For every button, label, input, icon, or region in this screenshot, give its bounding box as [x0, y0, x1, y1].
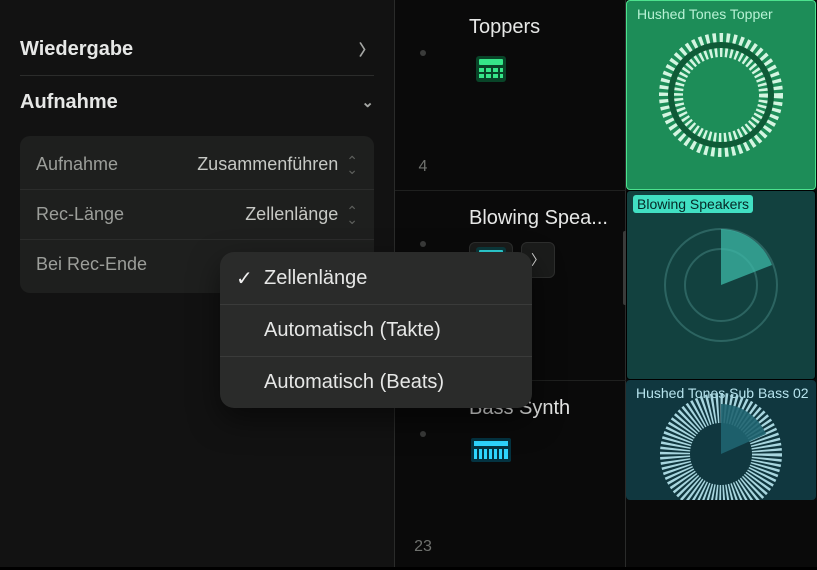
drum-machine-icon[interactable]: [469, 51, 513, 87]
at-rec-end-label: Bei Rec-Ende: [36, 254, 147, 275]
checkmark-icon: ✓: [236, 266, 264, 291]
track-number: 4: [419, 158, 428, 176]
waveform-ring-icon: [646, 384, 796, 500]
loop-cell[interactable]: Hushed Tones Sub Bass 02: [626, 380, 816, 500]
loop-cell[interactable]: Blowing Speakers: [626, 190, 816, 380]
dot-icon: [420, 431, 426, 437]
loop-cell[interactable]: Hushed Tones Topper: [626, 0, 816, 190]
rec-length-row[interactable]: Rec-Länge Zellenlänge ⌃⌄: [20, 189, 374, 239]
record-mode-value: Zusammenführen: [197, 154, 338, 175]
updown-icon: ⌃⌄: [346, 157, 358, 173]
progress-ring-icon: [646, 210, 796, 360]
waveform-ring-icon: [646, 20, 796, 170]
track-title: Toppers: [469, 16, 613, 39]
record-section-header[interactable]: Aufnahme ⌄: [20, 76, 374, 128]
record-mode-row[interactable]: Aufnahme Zusammenführen ⌃⌄: [20, 140, 374, 189]
dot-icon: [420, 50, 426, 56]
dot-icon: [420, 241, 426, 247]
dropdown-item-label: Automatisch (Beats): [264, 371, 444, 394]
track-number: 23: [414, 538, 432, 556]
dropdown-item-zellenlaenge[interactable]: ✓ Zellenlänge: [220, 252, 532, 304]
record-mode-label: Aufnahme: [36, 154, 118, 175]
dropdown-item-label: Zellenlänge: [264, 267, 367, 290]
rec-length-label: Rec-Länge: [36, 204, 124, 225]
chevron-down-icon: ⌄: [361, 93, 374, 111]
rec-length-value: Zellenlänge: [245, 204, 338, 225]
track-row[interactable]: 4 Toppers: [395, 0, 627, 190]
dropdown-item-label: Automatisch (Takte): [264, 319, 441, 342]
dropdown-item-auto-beats[interactable]: Automatisch (Beats): [220, 356, 532, 408]
track-number-column: 4: [395, 0, 451, 190]
dropdown-item-auto-takte[interactable]: Automatisch (Takte): [220, 304, 532, 356]
chevron-right-icon: 〉: [359, 39, 374, 60]
record-title: Aufnahme: [20, 91, 118, 114]
rec-length-dropdown: ✓ Zellenlänge Automatisch (Takte) Automa…: [220, 252, 532, 408]
playback-title: Wiedergabe: [20, 38, 133, 61]
track-row[interactable]: 23 Bass Synth: [395, 380, 627, 570]
playback-section-header[interactable]: Wiedergabe 〉: [20, 24, 374, 76]
track-title: Blowing Spea...: [469, 207, 613, 230]
updown-icon: ⌃⌄: [346, 207, 358, 223]
synth-icon[interactable]: [469, 432, 513, 468]
track-number-column: 23: [395, 381, 451, 570]
live-loop-cells: Hushed Tones Topper Blowing Speakers Hus…: [626, 0, 817, 567]
